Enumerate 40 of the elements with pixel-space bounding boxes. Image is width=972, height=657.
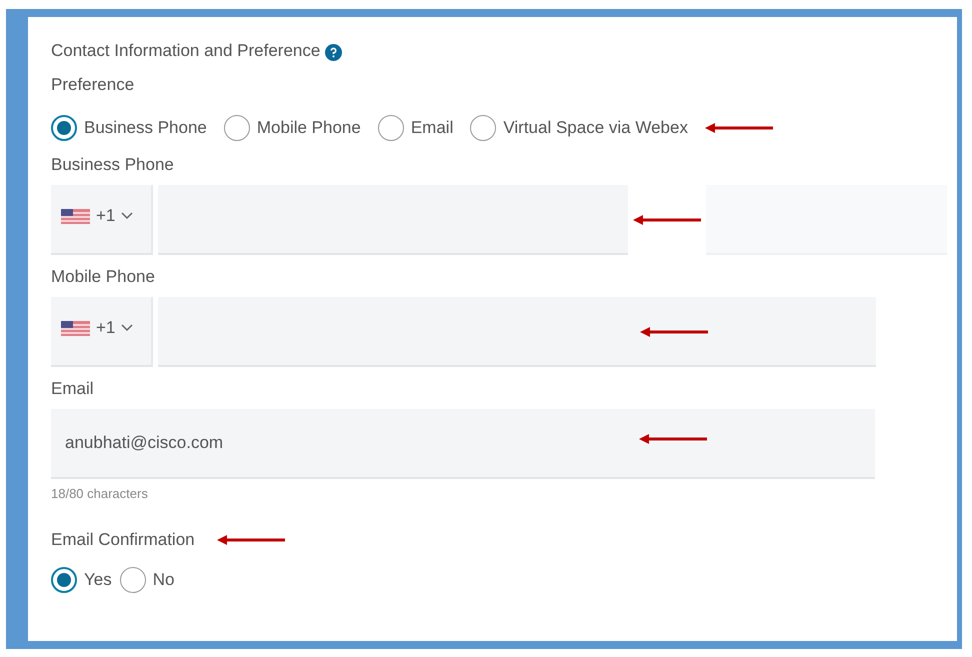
radio-option[interactable]: Virtual Space via Webex [470,115,688,141]
radio-option[interactable]: Email [378,115,454,141]
chevron-down-icon [121,212,134,220]
radio-button[interactable] [51,567,77,593]
radio-option[interactable]: Business Phone [51,115,207,141]
annotation-arrow [639,434,707,444]
radio-button[interactable] [224,115,250,141]
radio-label: Yes [84,570,112,590]
radio-button[interactable] [120,567,146,593]
radio-label: No [152,570,174,590]
flag-icon [61,320,90,336]
annotation-arrow [704,123,773,133]
radio-option[interactable]: Mobile Phone [224,115,361,141]
field-label: Preference [51,75,136,96]
field-label: Email Confirmation [51,530,195,550]
annotation-arrow [216,535,285,545]
radio-label: Business Phone [84,118,207,138]
radio-option[interactable]: Yes [51,567,112,593]
section-title: Contact Information and Preference [51,41,320,61]
phone-number-field[interactable] [158,185,628,255]
radio-label: Mobile Phone [256,118,361,138]
flag-icon [61,208,90,224]
country-code-dropdown[interactable]: +1 [51,297,153,367]
field-label: Mobile Phone [51,267,156,288]
annotation-arrow [633,215,701,225]
help-icon[interactable] [325,44,342,60]
field-label: Business Phone [51,155,175,176]
country-code-dropdown[interactable]: +1 [51,185,153,255]
radio-button[interactable] [51,115,77,141]
chevron-down-icon [121,324,134,332]
character-counter: 18/80 characters [51,486,149,503]
field-label: Email [51,379,95,400]
radio-label: Virtual Space via Webex [503,118,688,138]
phone-number-field[interactable] [158,297,876,367]
radio-button[interactable] [470,115,496,141]
email-field[interactable]: anubhati@cisco.com [51,409,875,479]
radio-button[interactable] [378,115,404,141]
radio-label: Email [410,118,454,138]
radio-option[interactable]: No [120,567,174,593]
annotation-arrow [640,327,708,337]
